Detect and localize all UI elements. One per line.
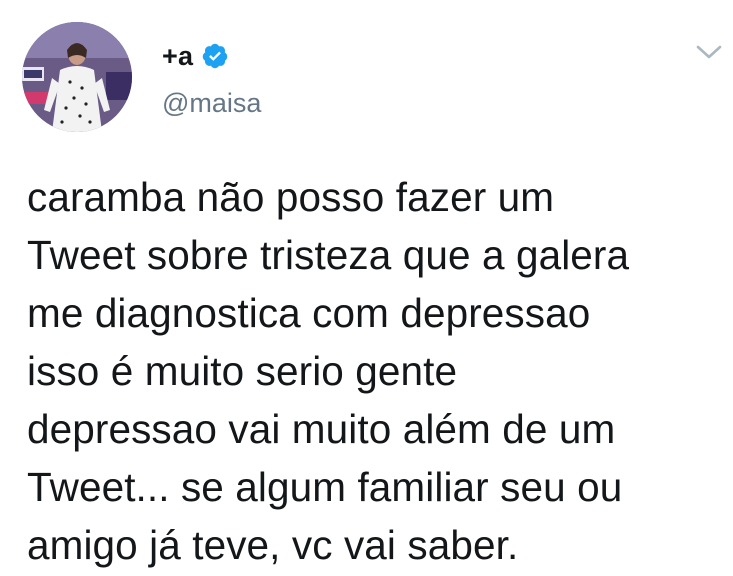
display-name[interactable]: +a <box>162 41 193 72</box>
verified-badge-icon <box>201 42 229 70</box>
avatar[interactable] <box>22 22 132 132</box>
avatar-image <box>22 22 132 132</box>
author-name-row: +a <box>162 38 229 74</box>
user-handle[interactable]: @maisa <box>162 88 261 119</box>
tweet-card: +a @maisa caramba não posso fazer um Twe… <box>0 0 733 576</box>
tweet-text: caramba não posso fazer um Tweet sobre t… <box>27 174 630 568</box>
chevron-down-icon[interactable] <box>692 40 726 64</box>
